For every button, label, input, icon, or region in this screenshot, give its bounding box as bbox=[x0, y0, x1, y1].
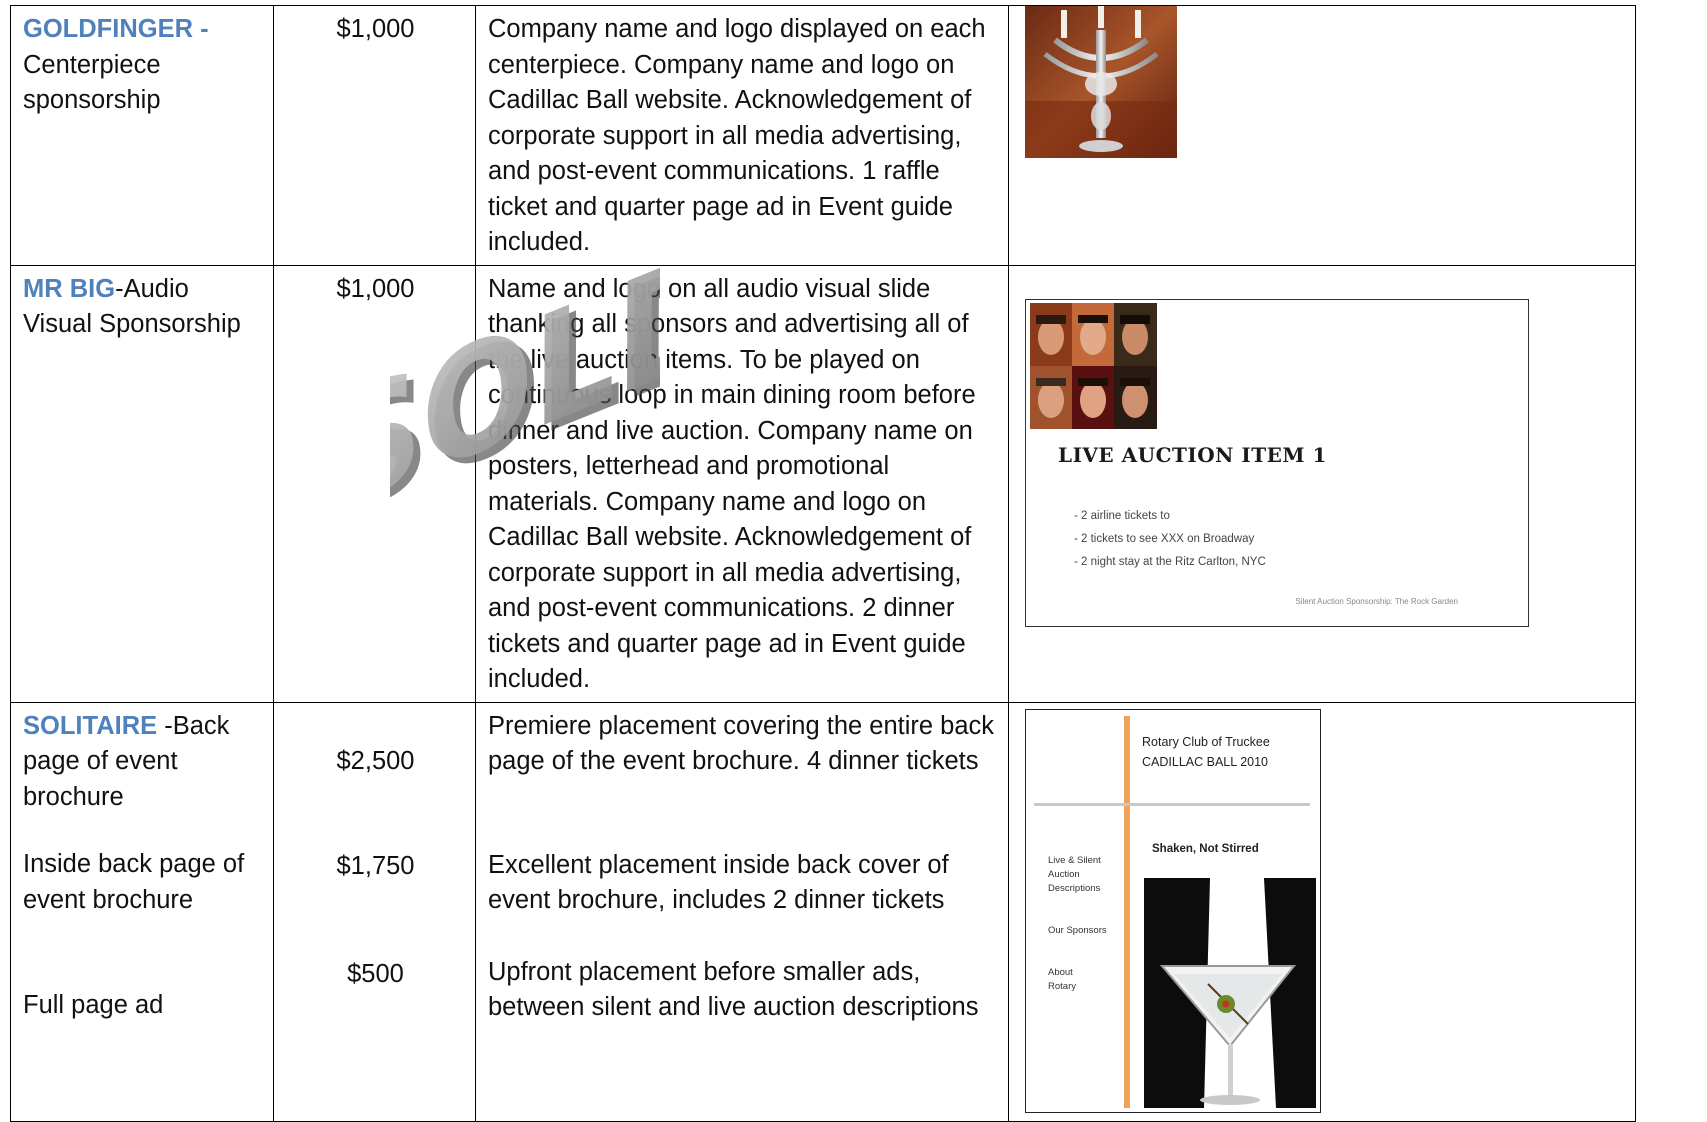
image-cell: Rotary Club of Truckee CADILLAC BALL 201… bbox=[1008, 701, 1636, 1122]
sponsorship-table: GOLDFINGER - Centerpiece sponsorship $1,… bbox=[10, 5, 1636, 1122]
candelabra-photo bbox=[1025, 6, 1177, 158]
brochure-divider bbox=[1034, 802, 1310, 806]
tier-cell: SOLITAIRE -Back page of event brochure I… bbox=[10, 701, 274, 1122]
sub-item-description: Upfront placement before smaller ads, be… bbox=[488, 957, 979, 1022]
slide-footer: Silent Auction Sponsorship: The Rock Gar… bbox=[1295, 597, 1458, 606]
slide-bullet: - 2 night stay at the Ritz Carlton, NYC bbox=[1074, 555, 1266, 568]
description-cell: Name and logo on all audio visual slide … bbox=[475, 264, 1009, 703]
slide-bullets: - 2 airline tickets to - 2 tickets to se… bbox=[1074, 505, 1266, 574]
slide-bullet: - 2 tickets to see XXX on Broadway bbox=[1074, 532, 1255, 545]
faces-collage bbox=[1030, 302, 1157, 429]
description-cell: Company name and logo displayed on each … bbox=[475, 5, 1009, 266]
tier-cell: GOLDFINGER - Centerpiece sponsorship bbox=[10, 5, 274, 266]
price-cell: $1,000 bbox=[273, 5, 476, 266]
av-slide-preview: LIVE AUCTION ITEM 1 - 2 airline tickets … bbox=[1025, 298, 1529, 627]
tier-desc: Centerpiece sponsorship bbox=[23, 50, 161, 115]
price-cell: $2,500 $1,750 $500 bbox=[273, 701, 476, 1122]
sub-item-label: Full page ad bbox=[23, 991, 164, 1019]
sub-item-label: Inside back page of event brochure bbox=[23, 850, 245, 914]
sub-item-price: $1,750 bbox=[336, 852, 415, 880]
brochure-event: CADILLAC BALL 2010 bbox=[1142, 754, 1269, 769]
tier-name: MR BIG bbox=[23, 274, 116, 303]
tier-cell: MR BIG-Audio Visual Sponsorship bbox=[10, 264, 274, 703]
table-row: MR BIG-Audio Visual Sponsorship $1,000 N… bbox=[10, 264, 1636, 703]
sub-item-description: Excellent placement inside back cover of… bbox=[488, 850, 949, 915]
description: Premiere placement covering the entire b… bbox=[488, 711, 995, 776]
price: $1,000 bbox=[336, 274, 415, 303]
brochure-side-item: Our Sponsors bbox=[1048, 924, 1107, 936]
brochure-heading: Rotary Club of Truckee CADILLAC BALL 201… bbox=[1142, 732, 1270, 772]
martini-glass-photo bbox=[1144, 877, 1316, 1108]
description-cell: Premiere placement covering the entire b… bbox=[475, 701, 1009, 1122]
price: $2,500 bbox=[336, 746, 415, 775]
sub-item-price: $500 bbox=[347, 959, 404, 988]
brochure-org: Rotary Club of Truckee bbox=[1142, 734, 1270, 749]
slide-bullet: - 2 airline tickets to bbox=[1074, 509, 1170, 522]
brochure-accent-bar bbox=[1124, 715, 1130, 1108]
image-cell: LIVE AUCTION ITEM 1 - 2 airline tickets … bbox=[1008, 264, 1636, 703]
tier-name: SOLITAIRE bbox=[23, 711, 158, 740]
sponsorship-page: GOLDFINGER - Centerpiece sponsorship $1,… bbox=[0, 0, 1707, 1122]
description: Company name and logo displayed on each … bbox=[488, 15, 986, 256]
brochure-side-item: Live & Silent Auction Descriptions bbox=[1048, 854, 1101, 894]
brochure-preview: Rotary Club of Truckee CADILLAC BALL 201… bbox=[1025, 708, 1321, 1113]
description: Name and logo on all audio visual slide … bbox=[488, 274, 976, 694]
price: $1,000 bbox=[336, 15, 415, 43]
table-row: SOLITAIRE -Back page of event brochure I… bbox=[10, 701, 1636, 1122]
image-cell bbox=[1008, 5, 1636, 266]
brochure-tagline: Shaken, Not Stirred bbox=[1152, 842, 1259, 855]
table-row: GOLDFINGER - Centerpiece sponsorship $1,… bbox=[10, 5, 1636, 266]
slide-title: LIVE AUCTION ITEM 1 bbox=[1058, 442, 1327, 467]
brochure-side-item: About Rotary bbox=[1048, 966, 1076, 992]
price-cell: $1,000 bbox=[273, 264, 476, 703]
tier-name: GOLDFINGER - bbox=[23, 15, 209, 43]
